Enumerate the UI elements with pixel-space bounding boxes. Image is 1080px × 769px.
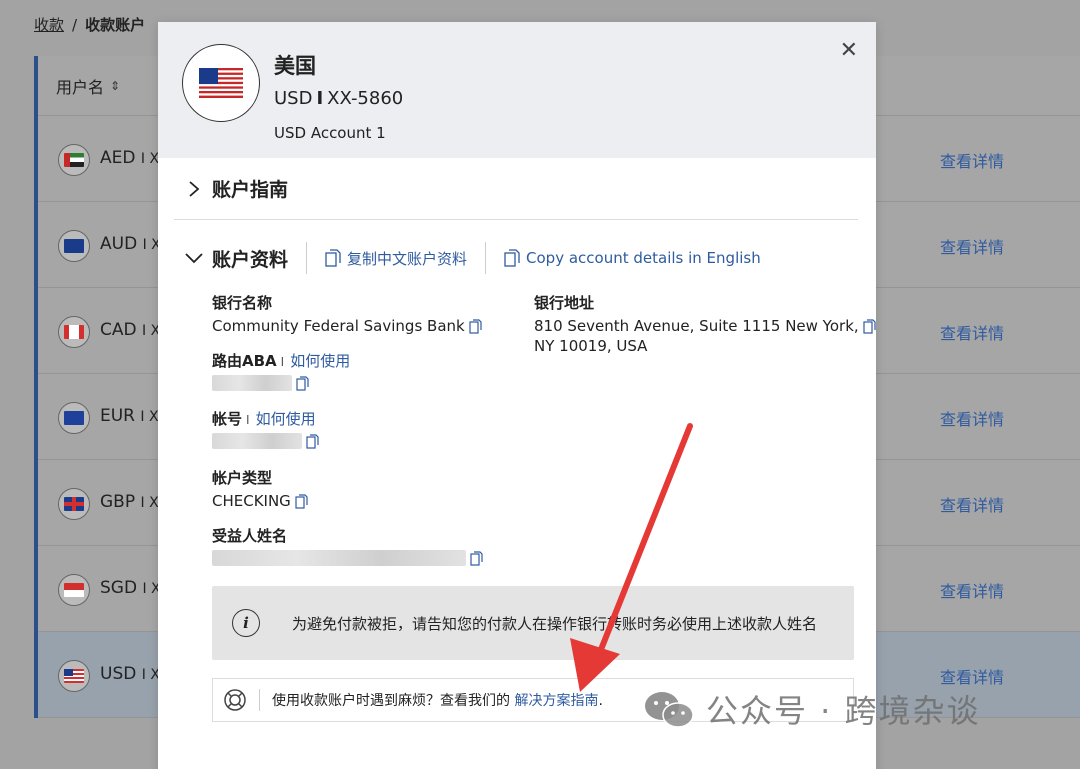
watermark-text: 公众号 · 跨境杂谈 — [706, 692, 981, 730]
annotation-arrow — [570, 423, 693, 692]
watermark: 公众号 · 跨境杂谈 — [642, 686, 981, 732]
wechat-icon — [645, 692, 694, 728]
